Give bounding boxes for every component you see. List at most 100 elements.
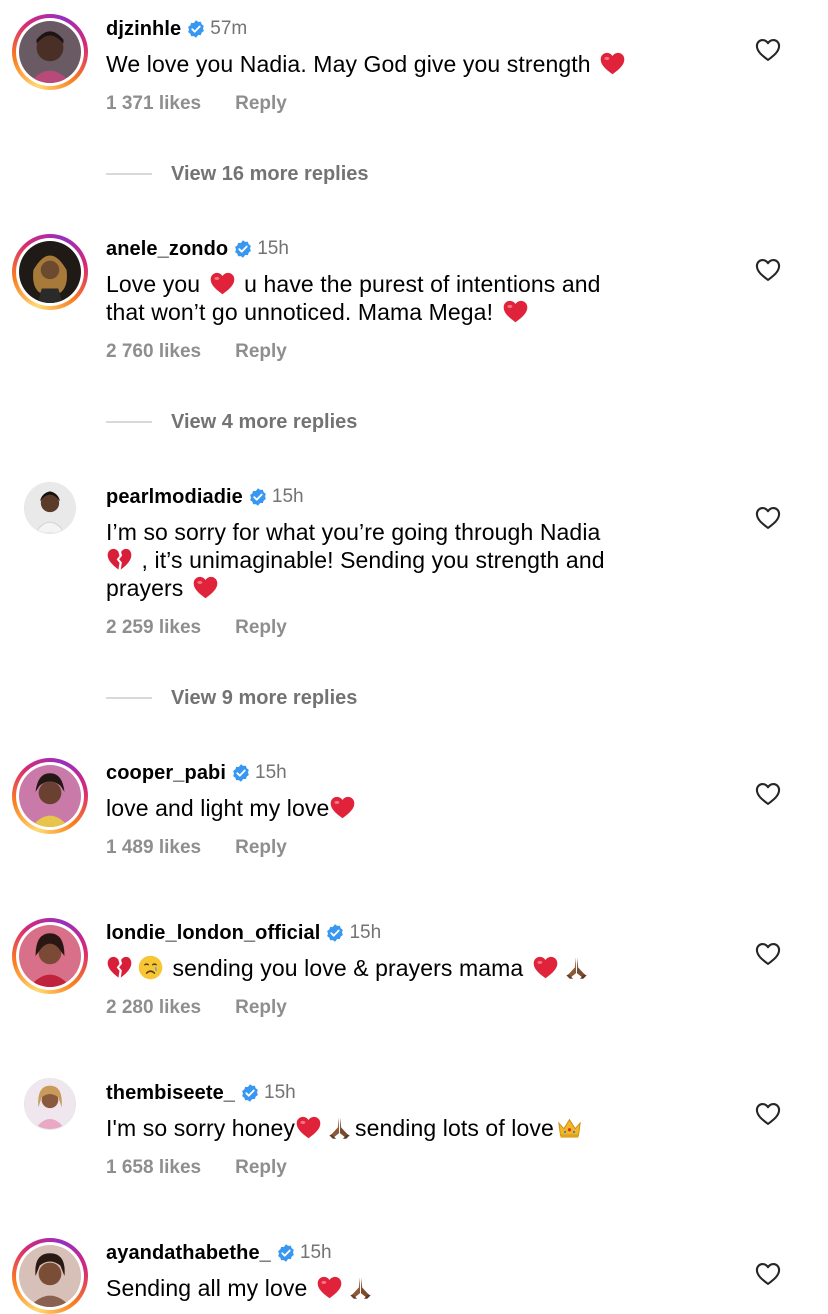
- comment-text-segment: love and light my love: [106, 795, 330, 821]
- timestamp: 15h: [255, 762, 287, 783]
- verified-badge-icon: [276, 1243, 296, 1263]
- like-button[interactable]: [754, 1100, 782, 1128]
- comment-header: ayandathabethe_ 15h: [106, 1240, 332, 1266]
- timestamp: 15h: [264, 1082, 296, 1103]
- username[interactable]: londie_london_official: [106, 922, 320, 945]
- like-button[interactable]: [754, 256, 782, 284]
- comment-header: djzinhle 57m: [106, 16, 247, 42]
- comment-text-segment: Love you: [106, 271, 201, 297]
- replies-divider: [106, 173, 152, 175]
- heart-outline-icon: [755, 783, 781, 805]
- reply-button[interactable]: Reply: [235, 617, 287, 639]
- comment-text-segment: sending lots of love: [354, 1115, 554, 1141]
- comment-header: pearlmodiadie 15h: [106, 484, 304, 510]
- avatar[interactable]: [12, 758, 88, 834]
- username[interactable]: cooper_pabi: [106, 762, 226, 785]
- verified-badge-icon: [233, 239, 253, 259]
- comment-text: love and light my love: [106, 794, 726, 822]
- view-replies-label: View 16 more replies: [171, 162, 369, 185]
- avatar[interactable]: [12, 918, 88, 994]
- red-heart-emoji: [209, 270, 236, 297]
- reply-button[interactable]: Reply: [235, 997, 287, 1019]
- crying-face-emoji: [137, 954, 164, 981]
- likes-count[interactable]: 2 280 likes: [106, 997, 201, 1019]
- verified-badge-icon: [325, 923, 345, 943]
- crown-emoji: [556, 1114, 583, 1141]
- comment-header: londie_london_official 15h: [106, 920, 381, 946]
- comments-list: djzinhle 57m We love you Nadia. May God …: [0, 0, 828, 1314]
- avatar[interactable]: [12, 1066, 88, 1142]
- heart-outline-icon: [755, 507, 781, 529]
- like-button[interactable]: [754, 940, 782, 968]
- comment-header: thembiseete_ 15h: [106, 1080, 296, 1106]
- like-button[interactable]: [754, 1260, 782, 1288]
- username[interactable]: ayandathabethe_: [106, 1242, 271, 1265]
- comment-text-segment: Sending all my love: [106, 1275, 308, 1301]
- verified-badge-icon: [240, 1083, 260, 1103]
- comment-text: Love you u have the purest of intentions…: [106, 270, 726, 326]
- heart-outline-icon: [755, 943, 781, 965]
- broken-heart-emoji: [106, 954, 133, 981]
- view-replies-button[interactable]: View 4 more replies: [106, 409, 357, 435]
- comment-text-segment: prayers: [106, 575, 184, 601]
- like-button[interactable]: [754, 36, 782, 64]
- timestamp: 57m: [210, 18, 248, 39]
- likes-count[interactable]: 2 760 likes: [106, 341, 201, 363]
- comment-actions: 2 760 likes Reply: [106, 339, 287, 365]
- comment-header: cooper_pabi 15h: [106, 760, 287, 786]
- red-heart-emoji: [192, 574, 219, 601]
- comment-text-segment: sending you love & prayers mama: [172, 955, 524, 981]
- like-button[interactable]: [754, 504, 782, 532]
- timestamp: 15h: [299, 1242, 332, 1263]
- comment-text-segment: , it’s unimaginable! Sending you strengt…: [141, 547, 605, 573]
- reply-button[interactable]: Reply: [235, 341, 287, 363]
- red-heart-emoji: [295, 1114, 322, 1141]
- avatar[interactable]: [12, 470, 88, 546]
- comment-text-segment: that won’t go unnoticed. Mama Mega!: [106, 299, 494, 325]
- heart-outline-icon: [755, 1103, 781, 1125]
- comment-actions: 1 489 likes Reply: [106, 835, 287, 861]
- verified-badge-icon: [231, 763, 251, 783]
- comment-text-segment: I’m so sorry for what you’re going throu…: [106, 519, 601, 545]
- likes-count[interactable]: 2 259 likes: [106, 617, 201, 639]
- username[interactable]: thembiseete_: [106, 1082, 235, 1105]
- likes-count[interactable]: 1 489 likes: [106, 837, 201, 859]
- avatar[interactable]: [12, 234, 88, 310]
- view-replies-button[interactable]: View 16 more replies: [106, 161, 369, 187]
- replies-divider: [106, 421, 152, 423]
- username[interactable]: djzinhle: [106, 18, 181, 41]
- comment-text-segment: We love you Nadia. May God give you stre…: [106, 51, 591, 77]
- like-button[interactable]: [754, 780, 782, 808]
- comment-text-segment: I'm so sorry honey: [106, 1115, 295, 1141]
- folded-hands-emoji: [347, 1274, 374, 1301]
- folded-hands-emoji: [326, 1114, 353, 1141]
- red-heart-emoji: [316, 1274, 343, 1301]
- red-heart-emoji: [329, 794, 356, 821]
- folded-hands-emoji: [563, 954, 590, 981]
- likes-count[interactable]: 1 658 likes: [106, 1157, 201, 1179]
- broken-heart-emoji: [106, 546, 133, 573]
- view-replies-label: View 9 more replies: [171, 686, 358, 709]
- heart-outline-icon: [755, 39, 781, 61]
- comment-text: I'm so sorry honey sending lots of love: [106, 1114, 726, 1142]
- avatar[interactable]: [12, 1238, 88, 1314]
- red-heart-emoji: [502, 298, 529, 325]
- heart-outline-icon: [755, 259, 781, 281]
- replies-divider: [106, 697, 152, 699]
- username[interactable]: anele_zondo: [106, 238, 228, 261]
- likes-count[interactable]: 1 371 likes: [106, 93, 201, 115]
- comment-header: anele_zondo 15h: [106, 236, 289, 262]
- avatar[interactable]: [12, 14, 88, 90]
- view-replies-label: View 4 more replies: [171, 410, 358, 433]
- comment-text: Sending all my love: [106, 1274, 726, 1302]
- view-replies-button[interactable]: View 9 more replies: [106, 685, 357, 711]
- username[interactable]: pearlmodiadie: [106, 486, 243, 509]
- comment-actions: 1 658 likes Reply: [106, 1155, 287, 1181]
- comment-actions: 1 371 likes Reply: [106, 91, 287, 117]
- timestamp: 15h: [271, 486, 304, 507]
- reply-button[interactable]: Reply: [235, 837, 287, 859]
- comment-actions: 2 280 likes Reply: [106, 995, 287, 1021]
- reply-button[interactable]: Reply: [235, 93, 287, 115]
- reply-button[interactable]: Reply: [235, 1157, 287, 1179]
- timestamp: 15h: [257, 238, 289, 259]
